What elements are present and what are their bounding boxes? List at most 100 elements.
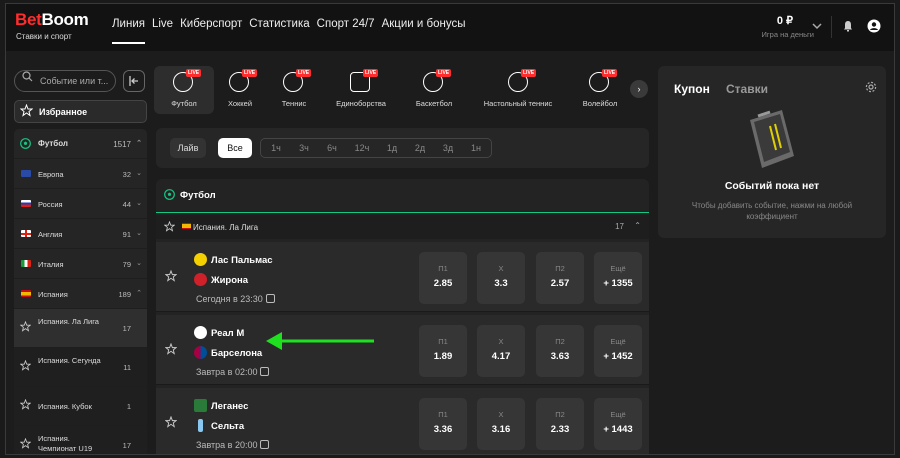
odd-button[interactable]: П2 3.63 bbox=[536, 325, 584, 377]
team-logo-icon bbox=[194, 253, 207, 266]
filter-1w[interactable]: 1н bbox=[464, 138, 488, 158]
empty-hint: Чтобы добавить событие, нажми на любой к… bbox=[691, 201, 853, 221]
league-count: 1 bbox=[126, 402, 131, 411]
nav-sport-247[interactable]: Спорт 24/7 bbox=[317, 18, 375, 44]
nav-line[interactable]: Линия bbox=[112, 18, 145, 44]
star-icon[interactable] bbox=[165, 343, 177, 355]
odd-button[interactable]: Х 3.3 bbox=[477, 252, 525, 304]
filter-3d[interactable]: 3д bbox=[436, 138, 460, 158]
star-icon[interactable] bbox=[20, 321, 31, 332]
odd-button[interactable]: П1 1.89 bbox=[419, 325, 467, 377]
section-title: Футбол bbox=[180, 190, 216, 201]
top-header: BetBoom Ставки и спорт Линия Live Киберс… bbox=[6, 4, 894, 51]
chevron-down-icon[interactable]: ⌄ bbox=[136, 169, 142, 177]
odd-button[interactable]: П1 2.85 bbox=[419, 252, 467, 304]
odd-value: + 1355 bbox=[603, 278, 633, 289]
nav-promotions[interactable]: Акции и бонусы bbox=[382, 18, 466, 44]
sidebar-league-u19[interactable]: Испания. Чемпионат U19 17 bbox=[14, 426, 147, 454]
star-icon[interactable] bbox=[20, 438, 31, 449]
header-divider bbox=[831, 16, 832, 38]
team-away: Барселона bbox=[211, 348, 263, 359]
odd-label: П1 bbox=[438, 264, 448, 273]
filter-1h[interactable]: 1ч bbox=[264, 138, 288, 158]
star-icon[interactable] bbox=[20, 360, 31, 371]
more-odds-button[interactable]: Ещё + 1443 bbox=[594, 398, 642, 450]
sidebar-league-segunda[interactable]: Испания. Сегунда 11 bbox=[14, 348, 147, 387]
star-icon[interactable] bbox=[164, 221, 175, 232]
nav-statistics[interactable]: Статистика bbox=[249, 18, 309, 44]
sidebar-country-europe[interactable]: Европа 32 ⌄ bbox=[14, 159, 147, 189]
sport-tab-football[interactable]: LIVE Футбол bbox=[154, 66, 214, 114]
filter-all-button[interactable]: Все bbox=[218, 138, 252, 158]
chevron-up-icon[interactable]: ⌃ bbox=[136, 139, 142, 147]
star-icon[interactable] bbox=[165, 270, 177, 282]
odd-button[interactable]: П1 3.36 bbox=[419, 398, 467, 450]
match-row[interactable]: Реал М Барселона Завтра в 02:00 П1 1.89 Х… bbox=[156, 315, 649, 385]
chevron-up-icon[interactable]: ⌃ bbox=[634, 221, 641, 230]
more-odds-button[interactable]: Ещё + 1355 bbox=[594, 252, 642, 304]
odd-button[interactable]: П2 2.33 bbox=[536, 398, 584, 450]
odd-button[interactable]: Х 3.16 bbox=[477, 398, 525, 450]
events-list: Футбол Испания. Ла Лига 17 ⌃ Лас Пальмас… bbox=[156, 179, 649, 454]
star-icon[interactable] bbox=[165, 416, 177, 428]
tab-coupon[interactable]: Купон bbox=[674, 82, 710, 96]
favorites-button[interactable]: Избранное bbox=[14, 100, 147, 123]
carousel-next-button[interactable]: › bbox=[630, 80, 648, 98]
sport-tab-martial-arts[interactable]: LIVE Единоборства bbox=[328, 66, 394, 114]
odd-label: П2 bbox=[555, 337, 565, 346]
sport-tab-label: Настольный теннис bbox=[483, 99, 553, 108]
filter-2d[interactable]: 2д bbox=[408, 138, 432, 158]
sidebar-country-russia[interactable]: Россия 44 ⌄ bbox=[14, 189, 147, 219]
user-icon[interactable] bbox=[867, 19, 881, 33]
sport-tab-basketball[interactable]: LIVE Баскетбол bbox=[404, 66, 464, 114]
league-header[interactable]: Испания. Ла Лига 17 ⌃ bbox=[156, 215, 649, 239]
league-label: Испания. Чемпионат U19 bbox=[38, 434, 93, 453]
sidebar-country-spain[interactable]: Испания 189 ⌃ bbox=[14, 279, 147, 309]
team-home: Реал М bbox=[211, 328, 245, 339]
live-badge: LIVE bbox=[186, 69, 202, 77]
bell-icon[interactable] bbox=[841, 19, 855, 33]
nav-esports[interactable]: Киберспорт bbox=[180, 18, 242, 44]
nav-live[interactable]: Live bbox=[152, 18, 173, 44]
filter-6h[interactable]: 6ч bbox=[320, 138, 344, 158]
chevron-down-icon[interactable]: ⌄ bbox=[136, 259, 142, 267]
chevron-down-icon[interactable]: ⌄ bbox=[136, 199, 142, 207]
chevron-down-icon[interactable]: ⌄ bbox=[136, 229, 142, 237]
play-icon bbox=[265, 294, 275, 303]
balance-amount[interactable]: 0 ₽ bbox=[777, 14, 793, 27]
filter-12h[interactable]: 12ч bbox=[348, 138, 376, 158]
sport-tab-tennis[interactable]: LIVE Теннис bbox=[264, 66, 324, 114]
logo[interactable]: BetBoom bbox=[15, 10, 89, 30]
match-row[interactable]: Лас Пальмас Жирона Сегодня в 23:30 П1 2.8… bbox=[156, 242, 649, 312]
odd-button[interactable]: Х 4.17 bbox=[477, 325, 525, 377]
filter-live-button[interactable]: Лайв bbox=[170, 138, 206, 158]
sidebar-sport-football[interactable]: Футбол 1517 ⌃ bbox=[14, 129, 147, 159]
filter-1d[interactable]: 1д bbox=[380, 138, 404, 158]
chevron-up-icon[interactable]: ⌃ bbox=[136, 289, 142, 297]
star-icon[interactable] bbox=[20, 399, 31, 410]
sport-tab-volleyball[interactable]: LIVE Волейбол bbox=[570, 66, 630, 114]
chevron-down-icon[interactable] bbox=[810, 19, 824, 33]
odd-value: 3.36 bbox=[433, 424, 453, 435]
odd-button[interactable]: П2 2.57 bbox=[536, 252, 584, 304]
sport-tab-hockey[interactable]: LIVE Хоккей bbox=[210, 66, 270, 114]
collapse-sidebar-button[interactable] bbox=[123, 70, 145, 92]
odd-label: Ещё bbox=[610, 337, 626, 346]
match-time-text: Сегодня в 23:30 bbox=[196, 294, 263, 304]
sidebar-league-cup[interactable]: Испания. Кубок 1 bbox=[14, 387, 147, 426]
odd-value: 2.85 bbox=[433, 278, 453, 289]
sports-tree: Футбол 1517 ⌃ Европа 32 ⌄ Россия 44 ⌄ Ан… bbox=[14, 129, 147, 454]
sidebar-country-england[interactable]: Англия 91 ⌄ bbox=[14, 219, 147, 249]
filter-3h[interactable]: 3ч bbox=[292, 138, 316, 158]
odd-label: П2 bbox=[555, 264, 565, 273]
more-odds-button[interactable]: Ещё + 1452 bbox=[594, 325, 642, 377]
sidebar-country-italy[interactable]: Италия 79 ⌄ bbox=[14, 249, 147, 279]
play-icon bbox=[260, 367, 270, 376]
tab-bets[interactable]: Ставки bbox=[726, 82, 768, 96]
sidebar-league-laliga[interactable]: Испания. Ла Лига 17 bbox=[14, 309, 147, 348]
match-time: Сегодня в 23:30 bbox=[196, 294, 275, 304]
gear-icon[interactable] bbox=[865, 81, 877, 93]
odd-value: 4.17 bbox=[491, 351, 511, 362]
match-row[interactable]: Леганес Сельта Завтра в 20:00 П1 3.36 Х 3.… bbox=[156, 388, 649, 454]
sport-tab-table-tennis[interactable]: LIVE Настольный теннис bbox=[480, 66, 556, 114]
